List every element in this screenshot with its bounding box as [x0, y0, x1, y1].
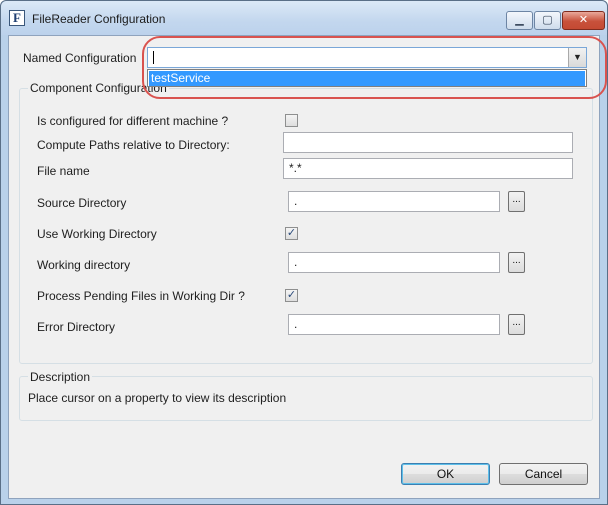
compute-paths-input[interactable] [283, 132, 573, 153]
named-configuration-label: Named Configuration [23, 51, 137, 65]
source-directory-browse-button[interactable]: ... [508, 191, 525, 212]
dialog-window: F FileReader Configuration ▁ ▢ ✕ Named C… [0, 0, 608, 505]
close-button[interactable]: ✕ [562, 11, 605, 30]
app-icon: F [9, 10, 25, 26]
ok-button[interactable]: OK [401, 463, 490, 485]
error-directory-label: Error Directory [37, 320, 116, 334]
process-pending-label: Process Pending Files in Working Dir ? [37, 289, 245, 303]
working-directory-label: Working directory [37, 258, 131, 272]
minimize-button[interactable]: ▁ [506, 11, 533, 30]
use-working-directory-checkbox[interactable]: ✓ [285, 227, 298, 240]
working-directory-browse-button[interactable]: ... [508, 252, 525, 273]
configured-different-machine-label: Is configured for different machine ? [37, 114, 229, 128]
description-text: Place cursor on a property to view its d… [28, 391, 287, 405]
process-pending-checkbox[interactable]: ✓ [285, 289, 298, 302]
file-name-label: File name [37, 164, 90, 178]
window-title: FileReader Configuration [32, 12, 166, 26]
title-bar[interactable]: F FileReader Configuration ▁ ▢ ✕ [1, 1, 607, 35]
error-directory-browse-button[interactable]: ... [508, 314, 525, 335]
description-title: Description [28, 370, 93, 384]
description-group: Description Place cursor on a property t… [19, 370, 593, 421]
use-working-directory-label: Use Working Directory [37, 227, 157, 241]
compute-paths-label: Compute Paths relative to Directory: [37, 138, 230, 152]
working-directory-input[interactable]: . [288, 252, 500, 273]
dialog-client-area: Named Configuration Component Configurat… [8, 35, 607, 499]
configured-different-machine-checkbox[interactable] [285, 114, 298, 127]
error-directory-input[interactable]: . [288, 314, 500, 335]
maximize-button[interactable]: ▢ [534, 11, 561, 30]
source-directory-input[interactable]: . [288, 191, 500, 212]
component-configuration-group: Component Configuration Is configured fo… [19, 81, 593, 364]
highlight-annotation [142, 36, 607, 99]
cancel-button[interactable]: Cancel [499, 463, 588, 485]
file-name-input[interactable]: *.* [283, 158, 573, 179]
source-directory-label: Source Directory [37, 196, 127, 210]
